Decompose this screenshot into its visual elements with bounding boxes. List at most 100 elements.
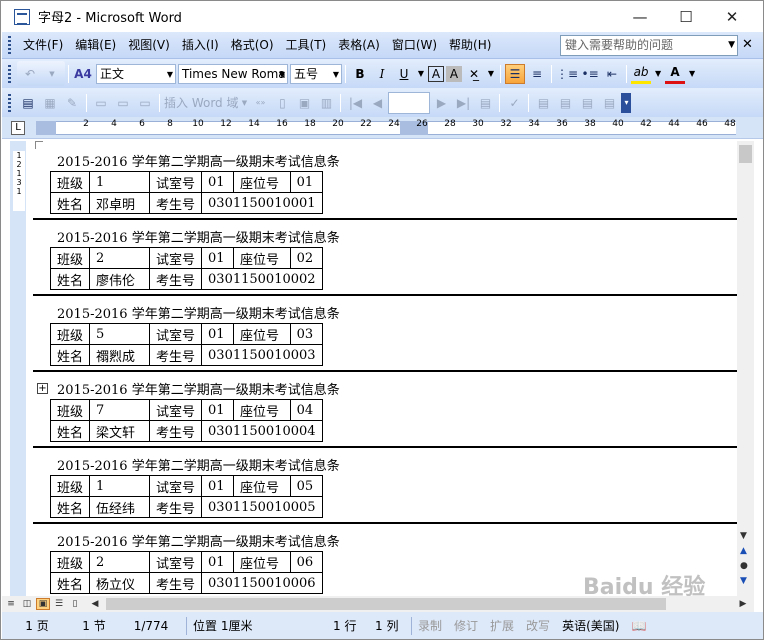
character-border-button[interactable]: A [428,65,444,82]
match-fields-icon[interactable]: ▣ [294,93,314,113]
slip-table[interactable]: 班级 5 试室号 01 座位号 03 姓名 禤煭成 考生号 0301150010… [49,323,323,366]
slip-table[interactable]: 班级 1 试室号 01 座位号 01 姓名 邓卓明 考生号 0301150010… [49,171,323,214]
class-value[interactable]: 5 [89,323,151,345]
class-label[interactable]: 班级 [49,171,91,193]
exam-no-value[interactable]: 0301150010005 [201,496,323,518]
font-select[interactable]: Times New Roma ▼ [178,63,288,84]
vertical-scrollbar[interactable]: ▼ ▲ ● ▼ [737,141,754,596]
decrease-indent-icon[interactable]: ⇤ [602,64,622,84]
exam-no-value[interactable]: 0301150010004 [201,420,323,442]
class-value[interactable]: 2 [89,551,151,573]
insert-merge-fields-icon[interactable]: ▭ [135,93,155,113]
bulleted-list-icon[interactable]: •≡ [580,64,600,84]
highlight-merge-fields-icon[interactable]: ▯ [272,93,292,113]
select-browse-object-icon[interactable]: ● [740,561,748,571]
name-value[interactable]: 梁文轩 [89,420,151,442]
seat-value[interactable]: 05 [289,475,323,497]
next-page-icon[interactable]: ▼ [740,576,747,586]
document-area[interactable]: 2015-2016 学年第二学期高一级期末考试信息条 班级 1 试室号 01 座… [33,141,737,596]
name-label[interactable]: 姓名 [49,192,91,214]
merge-to-email-icon[interactable]: ▤ [577,93,597,113]
seat-label[interactable]: 座位号 [233,551,291,573]
exam-no-value[interactable]: 0301150010006 [201,572,323,594]
toolbar-options-chevron-icon[interactable]: ▾ [621,92,632,113]
class-label[interactable]: 班级 [49,475,91,497]
edit-recipient-list-icon[interactable]: ✎ [62,93,82,113]
slip-title[interactable]: 2015-2016 学年第二学期高一级期末考试信息条 [57,531,340,550]
menu-window[interactable]: 窗口(W) [386,36,443,54]
menu-format[interactable]: 格式(O) [225,36,280,54]
underline-button[interactable]: U [394,64,414,84]
room-label[interactable]: 试室号 [149,399,203,421]
seat-value[interactable]: 03 [289,323,323,345]
find-entry-icon[interactable]: ▤ [475,93,495,113]
chevron-down-icon[interactable]: ▼ [240,93,248,113]
room-label[interactable]: 试室号 [149,551,203,573]
numbered-list-icon[interactable]: ⋮≡ [556,64,578,84]
merge-to-fax-icon[interactable]: ▤ [599,93,619,113]
record-number-input[interactable] [388,91,431,114]
scroll-thumb[interactable] [739,145,752,163]
check-errors-icon[interactable]: ✓ [504,93,524,113]
seat-value[interactable]: 04 [289,399,323,421]
exam-no-value[interactable]: 0301150010002 [201,268,323,290]
class-label[interactable]: 班级 [49,247,91,269]
status-record-macro[interactable]: 录制 [412,617,448,634]
chevron-down-icon[interactable]: ▼ [687,64,697,84]
toolbar-grip[interactable] [8,93,11,112]
outline-view-icon[interactable]: ☰ [52,598,66,610]
help-search-input[interactable]: 键入需要帮助的问题 ▼ [560,35,738,56]
menu-table[interactable]: 表格(A) [332,36,386,54]
web-layout-icon[interactable]: ◫ [20,598,34,610]
name-label[interactable]: 姓名 [49,572,91,594]
close-document-button[interactable]: ✕ [742,37,753,52]
main-document-setup-icon[interactable]: ▤ [18,93,38,113]
menu-edit[interactable]: 编辑(E) [69,36,122,54]
class-label[interactable]: 班级 [49,399,91,421]
name-label[interactable]: 姓名 [49,344,91,366]
seat-value[interactable]: 02 [289,247,323,269]
slip-table[interactable]: 班级 2 试室号 01 座位号 02 姓名 廖伟伦 考生号 0301150010… [49,247,323,290]
exam-no-label[interactable]: 考生号 [149,496,203,518]
status-extend-selection[interactable]: 扩展 [484,617,520,634]
close-button[interactable]: ✕ [709,1,755,32]
first-record-icon[interactable]: |◀ [345,93,365,113]
table-move-handle-icon[interactable]: + [37,383,48,394]
name-value[interactable]: 邓卓明 [89,192,151,214]
seat-label[interactable]: 座位号 [233,399,291,421]
spelling-grammar-icon[interactable]: 📖 [625,619,652,633]
room-value[interactable]: 01 [201,171,235,193]
align-justify-icon[interactable]: ≡ [527,64,547,84]
menu-tools[interactable]: 工具(T) [280,36,333,54]
room-value[interactable]: 01 [201,399,235,421]
seat-label[interactable]: 座位号 [233,323,291,345]
reading-layout-icon[interactable]: ▯ [68,598,82,610]
room-value[interactable]: 01 [201,475,235,497]
slip-table[interactable]: 班级 1 试室号 01 座位号 05 姓名 伍经纬 考生号 0301150010… [49,475,323,518]
slip-title[interactable]: 2015-2016 学年第二学期高一级期末考试信息条 [57,151,340,170]
merge-to-printer-icon[interactable]: ▤ [555,93,575,113]
insert-address-block-icon[interactable]: ▭ [91,93,111,113]
propagate-labels-icon[interactable]: ▥ [316,93,336,113]
toolbar-grip[interactable] [8,36,11,54]
undo-icon[interactable]: ↶ [20,64,40,84]
seat-value[interactable]: 06 [289,551,323,573]
maximize-button[interactable]: ☐ [663,1,709,32]
open-data-source-icon[interactable]: ▦ [40,93,60,113]
class-value[interactable]: 7 [89,399,151,421]
slip-title[interactable]: 2015-2016 学年第二学期高一级期末考试信息条 [57,379,340,398]
scroll-down-arrow-icon[interactable]: ▼ [740,531,747,541]
name-label[interactable]: 姓名 [49,420,91,442]
slip-title[interactable]: 2015-2016 学年第二学期高一级期末考试信息条 [57,455,340,474]
status-overtype[interactable]: 改写 [520,617,556,634]
slip-table[interactable]: 班级 7 试室号 01 座位号 04 姓名 梁文轩 考生号 0301150010… [49,399,323,442]
vertical-ruler-track[interactable]: 1 2 1 3 1 [13,151,25,211]
seat-label[interactable]: 座位号 [233,475,291,497]
chevron-down-icon[interactable]: ▼ [728,38,735,53]
merge-to-document-icon[interactable]: ▤ [533,93,553,113]
view-merged-data-icon[interactable]: «» [250,93,270,113]
name-value[interactable]: 禤煭成 [89,344,151,366]
chevron-down-icon[interactable]: ▼ [416,64,426,84]
seat-label[interactable]: 座位号 [233,247,291,269]
name-value[interactable]: 廖伟伦 [89,268,151,290]
